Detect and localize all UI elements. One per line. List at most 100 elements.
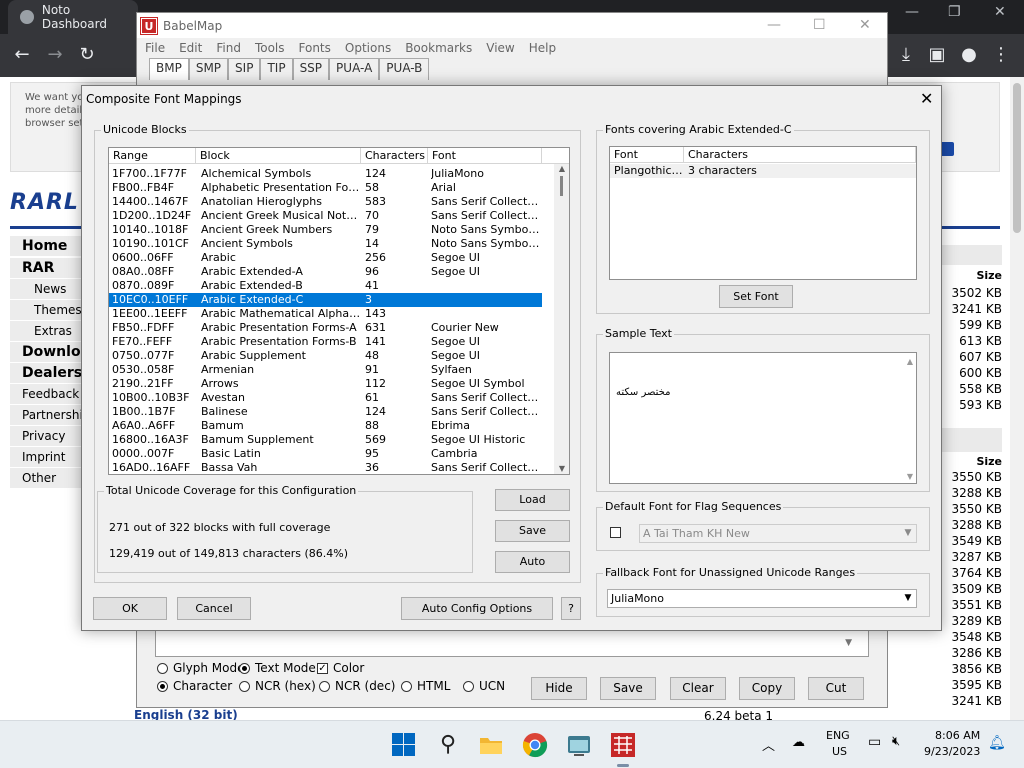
notice-accept-button[interactable] [940,142,954,156]
table-row[interactable]: 10140..1018F Ancient Greek Numbers 79 Noto … [109,223,542,237]
menu-view[interactable]: View [486,38,514,58]
ok-button[interactable]: OK [93,597,167,620]
babelmap-taskbar-icon[interactable] [610,732,636,758]
load-button[interactable]: Load [495,489,570,511]
chrome-icon[interactable] [522,732,548,758]
table-row[interactable]: 0600..06FF Arabic 256 Segoe UI [109,251,542,265]
column-header-characters[interactable]: Characters [684,147,916,163]
table-row[interactable]: FB00..FB4F Alphabetic Presentation Forms 5… [109,181,542,195]
table-row[interactable]: A6A0..A6FF Bamum 88 Ebrima [109,419,542,433]
tab-bmp[interactable]: BMP [149,58,189,80]
text-mode-radio[interactable]: Text Mode [239,661,316,675]
nav-news[interactable]: News [10,279,90,300]
scroll-up-icon[interactable]: ▲ [907,357,913,366]
tab-tip[interactable]: TIP [260,58,293,80]
tab-smp[interactable]: SMP [188,58,229,80]
browser-close-icon[interactable]: ✕ [994,4,1006,20]
table-row-selected[interactable]: 10EC0..10EFF Arabic Extended-C 3 [109,293,542,307]
html-radio[interactable]: HTML [401,679,450,693]
page-scrollbar[interactable] [1010,77,1024,720]
scrollbar-thumb[interactable] [1013,83,1021,233]
tab-sip[interactable]: SIP [228,58,261,80]
nav-dealers[interactable]: Dealers [10,363,90,384]
browser-minimize-icon[interactable]: — [905,4,919,20]
lang-code[interactable]: ENG [826,729,850,742]
chevron-up-icon[interactable]: ︿ [762,735,775,754]
profile-icon[interactable]: ● [958,44,980,65]
menu-edit[interactable]: Edit [179,38,202,58]
ncr-dec-radio[interactable]: NCR (dec) [319,679,395,693]
save-button[interactable]: Save [495,520,570,542]
glyph-mode-radio[interactable]: Glyph Mode [157,661,244,675]
close-icon[interactable]: ✕ [859,17,871,33]
menu-bookmarks[interactable]: Bookmarks [405,38,472,58]
network-icon[interactable]: ▭ [868,734,881,750]
menu-file[interactable]: File [145,38,165,58]
scrollbar-thumb[interactable] [560,176,563,196]
column-header-block[interactable]: Block [196,148,361,164]
sample-text-box[interactable]: مختصر سكته ▲ ▼ [609,352,917,484]
cloud-icon[interactable]: ☁ [792,735,805,750]
help-button[interactable]: ? [561,597,581,620]
lang-region[interactable]: US [832,745,847,758]
notification-bell-icon[interactable]: 🔔︎ [988,735,1006,751]
scroll-down-icon[interactable]: ▼ [907,472,913,481]
tab-ssp[interactable]: SSP [292,58,330,80]
clock-date[interactable]: 9/23/2023 [924,745,980,758]
auto-button[interactable]: Auto [495,551,570,573]
nav-feedback[interactable]: Feedback [10,384,90,405]
search-icon[interactable]: ⚲ [435,732,461,758]
table-row[interactable]: 0750..077F Arabic Supplement 48 Segoe UI [109,349,542,363]
nav-themes[interactable]: Themes [10,300,90,321]
tab-pua-a[interactable]: PUA-A [329,58,380,80]
windows-start-icon[interactable] [391,732,417,758]
nav-extras[interactable]: Extras [10,321,90,342]
column-header-range[interactable]: Range [109,148,196,164]
table-row[interactable]: 0530..058F Armenian 91 Sylfaen [109,363,542,377]
dialog-close-icon[interactable]: ✕ [920,89,933,108]
nav-rar[interactable]: RAR [10,258,90,279]
column-header-font[interactable]: Font [610,147,684,163]
sidepanel-icon[interactable]: ▣ [926,44,948,65]
menu-fonts[interactable]: Fonts [299,38,331,58]
cut-button[interactable]: Cut [808,677,864,700]
browser-tab[interactable]: Noto Dashboard [8,0,138,34]
terminal-icon[interactable] [566,732,592,758]
list-item[interactable]: Plangothic P2 3 characters [610,164,916,178]
nav-partnership[interactable]: Partnershi [10,405,90,426]
table-row[interactable]: FB50..FDFF Arabic Presentation Forms-A 631… [109,321,542,335]
ncr-hex-radio[interactable]: NCR (hex) [239,679,316,693]
menu-help[interactable]: Help [529,38,556,58]
scroll-down-icon[interactable]: ▼ [845,638,852,648]
menu-options[interactable]: Options [345,38,391,58]
nav-downloads[interactable]: Downloa [10,342,90,363]
nav-other[interactable]: Other [10,468,90,489]
table-row[interactable]: 14400..1467F Anatolian Hieroglyphs 583 Sans… [109,195,542,209]
table-row[interactable]: 0000..007F Basic Latin 95 Cambria [109,447,542,461]
table-row[interactable]: 10B00..10B3F Avestan 61 Sans Serif Collecti… [109,391,542,405]
covering-fonts-list[interactable]: Font Characters Plangothic P2 3 characte… [609,146,917,280]
list-scrollbar[interactable]: ▲ ▼ [554,164,569,474]
browser-restore-icon[interactable]: ❐ [948,4,961,20]
table-row[interactable]: 1EE00..1EEFF Arabic Mathematical Alphabe.… [109,307,542,321]
table-row[interactable]: 10190..101CF Ancient Symbols 14 Noto Sans S… [109,237,542,251]
copy-button[interactable]: Copy [739,677,795,700]
fallback-font-select[interactable]: JuliaMono ▼ [607,589,917,608]
volume-muted-icon[interactable]: 🔇︎ [892,734,900,749]
reload-icon[interactable]: ↻ [76,44,98,65]
nav-home[interactable]: Home [10,236,90,257]
minimize-icon[interactable]: — [767,17,781,33]
table-row[interactable]: 1F700..1F77F Alchemical Symbols 124 JuliaMo… [109,167,542,181]
table-row[interactable]: FE70..FEFF Arabic Presentation Forms-B 141… [109,335,542,349]
table-row[interactable]: 1B00..1B7F Balinese 124 Sans Serif Collecti… [109,405,542,419]
nav-privacy[interactable]: Privacy [10,426,90,447]
file-explorer-icon[interactable] [478,732,504,758]
download-icon[interactable]: ⤓ [895,44,917,65]
clear-button[interactable]: Clear [670,677,726,700]
save-buffer-button[interactable]: Save [600,677,656,700]
unicode-blocks-list[interactable]: Range Block Characters Font 1F700..1F77F… [108,147,570,475]
character-radio[interactable]: Character [157,679,232,693]
nav-imprint[interactable]: Imprint [10,447,90,468]
back-icon[interactable]: ← [11,44,33,65]
tab-pua-b[interactable]: PUA-B [379,58,430,80]
